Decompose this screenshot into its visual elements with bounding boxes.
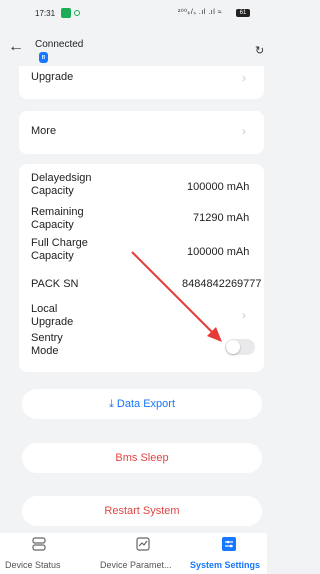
network-signal-icon: ²⁰⁰ₖ/ₛ .ıl .ıl ≈ — [178, 9, 223, 16]
chevron-right-icon: › — [242, 124, 246, 138]
bms-sleep-button[interactable]: Bms Sleep — [22, 443, 262, 473]
sentry-mode-label: Sentry Mode — [31, 332, 63, 357]
tab-system-settings[interactable]: System Settings — [190, 533, 267, 574]
back-arrow-icon[interactable]: ← — [8, 38, 24, 56]
upgrade-label: Upgrade — [31, 71, 74, 83]
top-nav: ← Connected ʙ ↻ — [0, 30, 267, 66]
sentry-mode-toggle[interactable] — [225, 339, 255, 355]
device-parameters-icon — [136, 537, 150, 551]
toggle-knob — [226, 340, 240, 354]
device-status-icon — [32, 537, 46, 551]
battery-icon: 61 — [236, 9, 250, 17]
chevron-right-icon[interactable]: › — [242, 308, 246, 322]
tab-device-status-label: Device Status — [5, 560, 61, 570]
status-time: 17:31 — [35, 9, 56, 18]
status-bar: 17:31 ²⁰⁰ₖ/ₛ .ıl .ıl ≈ 61 — [0, 0, 267, 30]
app-notification-icon — [61, 8, 71, 18]
tab-device-parameters-label: Device Paramet... — [100, 560, 172, 570]
pack-sn-value: 8484842269777 — [182, 278, 262, 290]
chevron-right-icon: › — [242, 71, 246, 85]
connection-status: Connected — [35, 39, 84, 50]
pack-sn-label: PACK SN — [31, 278, 79, 290]
upgrade-card[interactable]: Upgrade › — [19, 66, 264, 99]
bluetooth-icon: ʙ — [39, 52, 48, 63]
more-label: More — [31, 125, 57, 137]
refresh-icon[interactable]: ↻ — [255, 44, 264, 57]
system-settings-icon — [222, 537, 236, 551]
download-icon: ⤓ — [108, 398, 114, 410]
data-export-label: Data Export — [116, 398, 176, 410]
more-card[interactable]: More › — [19, 111, 264, 154]
delayed-capacity-value: 100000 mAh — [187, 181, 250, 193]
full-charge-capacity-value: 100000 mAh — [187, 246, 250, 258]
tab-device-parameters[interactable]: Device Paramet... — [90, 533, 190, 574]
bottom-tab-bar: Device Status Device Paramet... System S… — [0, 533, 267, 574]
remaining-capacity-value: 71290 mAh — [193, 212, 250, 224]
tab-system-settings-label: System Settings — [190, 560, 261, 570]
delayed-capacity-label: Delayedsign Capacity — [31, 172, 92, 197]
data-export-button[interactable]: ⤓ Data Export — [22, 389, 262, 419]
restart-system-button[interactable]: Restart System — [22, 496, 262, 526]
tab-device-status[interactable]: Device Status — [0, 533, 90, 574]
full-charge-capacity-label: Full Charge Capacity — [31, 237, 88, 262]
remaining-capacity-label: Remaining Capacity — [31, 206, 84, 231]
notification-dot-icon — [74, 10, 80, 16]
local-upgrade-label[interactable]: Local Upgrade — [31, 303, 81, 329]
